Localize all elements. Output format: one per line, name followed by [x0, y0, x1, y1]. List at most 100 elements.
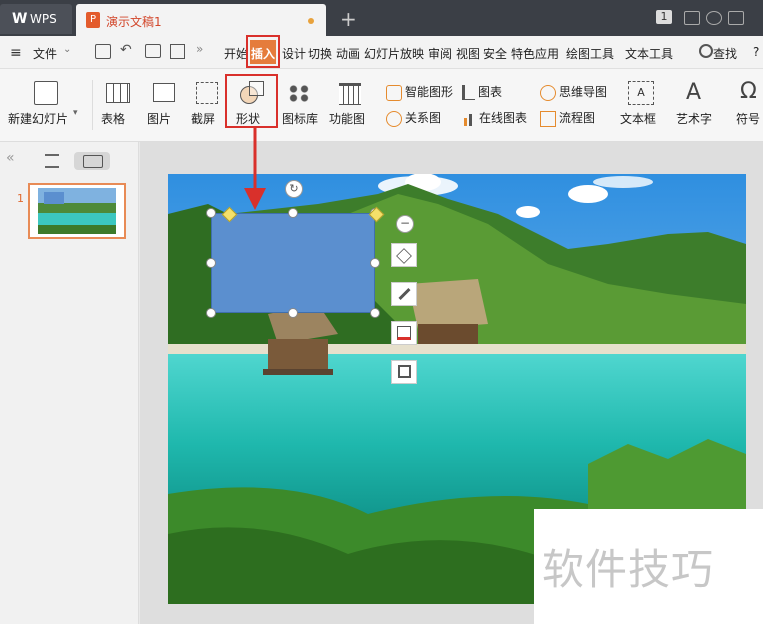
resize-handle-bottom[interactable]: [288, 308, 298, 318]
screenshot-button[interactable]: 截屏: [191, 110, 215, 127]
flowchart-button[interactable]: 流程图: [540, 109, 595, 127]
online-chart-label: 在线图表: [479, 111, 528, 125]
resize-handle-left[interactable]: [206, 258, 216, 268]
picture-button[interactable]: 图片: [147, 110, 171, 127]
slide-thumbnail[interactable]: [28, 183, 126, 239]
tab-slideshow[interactable]: 幻灯片放映: [364, 45, 424, 62]
document-tab-label: 演示文稿1: [106, 15, 162, 29]
textbox-button[interactable]: 文本框: [620, 110, 656, 127]
wps-logo-icon: W: [12, 11, 28, 27]
watermark-text: 软件技巧: [542, 545, 715, 594]
flowchart-icon: [540, 110, 556, 127]
wps-home-tab[interactable]: W WPS: [0, 4, 72, 34]
mind-map-icon: [540, 84, 556, 101]
minimize-window-icon[interactable]: [728, 11, 744, 25]
resize-handle-bottom-right[interactable]: [370, 308, 380, 318]
search-icon[interactable]: [699, 44, 713, 58]
menu-file[interactable]: 文件: [33, 45, 57, 62]
window-count-badge[interactable]: 1: [656, 10, 672, 24]
resize-handle-right[interactable]: [370, 258, 380, 268]
relation-chart-button[interactable]: 关系图: [386, 109, 441, 127]
slide-view-icon: [83, 155, 103, 168]
save-icon[interactable]: [95, 44, 111, 59]
symbol-button[interactable]: 符号: [736, 110, 760, 127]
insert-toolbar: [0, 69, 763, 142]
tab-animation[interactable]: 动画: [336, 45, 360, 62]
slide-number: 1: [17, 192, 24, 205]
collapse-panel-button[interactable]: «: [6, 150, 15, 166]
table-button[interactable]: 表格: [101, 110, 125, 127]
layers-icon: [396, 248, 412, 264]
collapse-floating-toolbar-icon[interactable]: −: [396, 215, 414, 233]
more-chevron-icon[interactable]: »: [196, 42, 203, 56]
new-slide-chevron-down-icon[interactable]: ▾: [73, 108, 78, 118]
layers-button[interactable]: [391, 243, 417, 267]
smart-art-label: 智能图形: [405, 85, 454, 99]
outline-view-icon[interactable]: [45, 154, 59, 168]
resize-handle-top-left[interactable]: [206, 208, 216, 218]
table-icon[interactable]: [106, 83, 130, 103]
tab-review[interactable]: 审阅: [428, 45, 452, 62]
chart-button[interactable]: 图表: [462, 83, 502, 100]
tab-security[interactable]: 安全: [483, 45, 507, 62]
smart-art-icon: [386, 84, 402, 101]
shape-annotation-box: [225, 74, 278, 128]
brush-icon: [397, 287, 411, 301]
search-button[interactable]: 查找: [713, 45, 737, 62]
toolbar-divider: [92, 80, 93, 130]
resize-handle-bottom-left[interactable]: [206, 308, 216, 318]
function-chart-icon[interactable]: [339, 83, 361, 105]
wps-tab-label: WPS: [30, 12, 57, 26]
icon-library-icon[interactable]: [288, 83, 310, 103]
tab-view[interactable]: 视图: [456, 45, 480, 62]
new-slide-button[interactable]: 新建幻灯片: [8, 110, 68, 127]
picture-icon[interactable]: [153, 83, 175, 102]
tab-text-tools[interactable]: 文本工具: [625, 45, 673, 62]
outline-icon: [397, 365, 411, 378]
chart-icon: [462, 85, 475, 100]
tab-special-apps[interactable]: 特色应用: [511, 45, 559, 62]
shape-style-button[interactable]: [391, 282, 417, 306]
online-chart-button[interactable]: 在线图表: [462, 109, 527, 126]
insert-tab-annotation-box: [246, 35, 280, 68]
window-layout-icon[interactable]: [684, 11, 700, 25]
print-icon[interactable]: [145, 44, 161, 58]
presentation-icon: P: [86, 12, 100, 28]
symbol-icon[interactable]: Ω: [740, 79, 757, 104]
art-text-icon[interactable]: A: [686, 80, 701, 105]
mind-map-button[interactable]: 思维导图: [540, 83, 607, 101]
print-preview-icon[interactable]: [170, 44, 185, 59]
tab-design[interactable]: 设计: [282, 45, 306, 62]
resize-handle-top[interactable]: [288, 208, 298, 218]
relation-chart-icon: [386, 110, 402, 127]
relation-chart-label: 关系图: [405, 111, 442, 125]
slide-thumbnail-image: [30, 185, 124, 237]
document-tab[interactable]: P 演示文稿1: [76, 4, 326, 36]
skin-icon[interactable]: [706, 11, 722, 25]
textbox-icon[interactable]: A: [628, 81, 654, 105]
undo-icon[interactable]: ↶: [120, 42, 132, 58]
screenshot-icon[interactable]: [196, 82, 218, 104]
unsaved-dot-icon: [308, 18, 314, 24]
hamburger-menu-icon[interactable]: ≡: [10, 45, 22, 61]
smart-art-button[interactable]: 智能图形: [386, 83, 453, 101]
function-chart-button[interactable]: 功能图: [329, 110, 365, 127]
tab-transition[interactable]: 切换: [308, 45, 332, 62]
mind-map-label: 思维导图: [559, 85, 608, 99]
rotate-handle-icon[interactable]: ↻: [285, 180, 303, 198]
new-tab-button[interactable]: +: [340, 7, 357, 31]
fill-button[interactable]: [391, 321, 417, 345]
new-slide-icon[interactable]: [34, 81, 58, 105]
tab-drawing-tools[interactable]: 绘图工具: [566, 45, 614, 62]
file-chevron-down-icon[interactable]: ⌄: [63, 44, 71, 55]
help-button[interactable]: ?: [753, 45, 759, 59]
tab-home[interactable]: 开始: [224, 45, 248, 62]
icon-library-button[interactable]: 图标库: [282, 110, 318, 127]
annotation-arrow: [244, 128, 266, 210]
fill-bucket-icon: [397, 326, 411, 340]
selected-rectangle-shape[interactable]: [211, 213, 375, 313]
outline-button[interactable]: [391, 360, 417, 384]
online-chart-icon: [462, 111, 476, 126]
chart-label: 图表: [478, 85, 503, 99]
art-text-button[interactable]: 艺术字: [676, 110, 712, 127]
